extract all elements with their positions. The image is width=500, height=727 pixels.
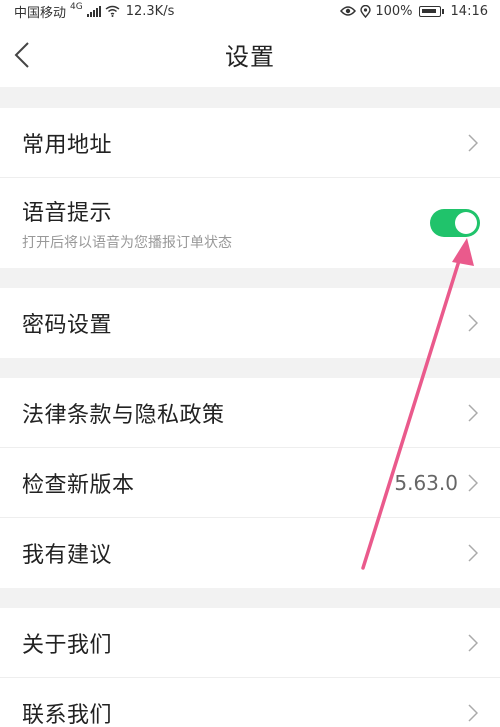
clock-time: 14:16: [450, 3, 488, 19]
location-icon: [360, 4, 372, 18]
chevron-right-icon: [468, 133, 478, 152]
voice-subtitle: 打开后将以语音为您播报订单状态: [22, 234, 232, 251]
row-check-version[interactable]: 检查新版本 5.63.0: [0, 448, 500, 518]
section-gap: [0, 588, 500, 608]
row-label: 密码设置: [22, 313, 113, 338]
carrier-text: 中国移动: [14, 5, 67, 21]
version-number: 5.63.0: [394, 470, 458, 495]
back-button[interactable]: [14, 22, 54, 87]
back-arrow-icon: [14, 41, 29, 68]
battery-icon: [418, 5, 444, 17]
row-label: 常用地址: [22, 132, 113, 158]
chevron-right-icon: [468, 314, 478, 332]
chevron-right-icon: [468, 704, 478, 722]
chevron-right-icon: [468, 544, 478, 562]
row-right: 5.63.0: [394, 471, 478, 495]
signal-icon: [86, 5, 101, 17]
wifi-icon: [105, 5, 120, 17]
status-bar: 中国移动 4G 12.3K/s 100% 14:16: [0, 0, 500, 22]
chevron-right-icon: [468, 473, 478, 492]
row-label: 法律条款与隐私政策: [22, 402, 225, 428]
row-contact-us[interactable]: 联系我们: [0, 678, 500, 727]
row-label: 关于我们: [22, 632, 113, 658]
toggle-knob: [455, 212, 477, 234]
section-gap: [0, 87, 500, 108]
row-label: 联系我们: [22, 703, 113, 727]
row-legal-privacy[interactable]: 法律条款与隐私政策: [0, 378, 500, 448]
row-voice-prompt: 语音提示 打开后将以语音为您播报订单状态: [0, 178, 500, 268]
voice-text: 语音提示 打开后将以语音为您播报订单状态: [22, 195, 232, 252]
network-speed: 12.3K/s: [125, 3, 175, 19]
voice-toggle[interactable]: [430, 209, 480, 237]
chevron-right-icon: [468, 403, 478, 422]
status-right: 100% 14:16: [340, 4, 488, 19]
row-label: 检查新版本: [22, 472, 135, 498]
voice-label: 语音提示: [22, 200, 113, 226]
page-header: 设置: [0, 22, 500, 87]
row-label: 我有建议: [22, 543, 113, 568]
section-gap: [0, 268, 500, 288]
row-common-address[interactable]: 常用地址: [0, 108, 500, 178]
eye-icon: [340, 6, 357, 16]
battery-percent: 100%: [375, 3, 413, 19]
page-title: 设置: [225, 43, 275, 71]
row-about-us[interactable]: 关于我们: [0, 608, 500, 678]
chevron-right-icon: [468, 633, 478, 652]
row-password-settings[interactable]: 密码设置: [0, 288, 500, 358]
network-type: 4G: [70, 1, 83, 12]
status-left: 中国移动 4G 12.3K/s: [14, 2, 174, 21]
section-gap: [0, 358, 500, 378]
row-feedback[interactable]: 我有建议: [0, 518, 500, 588]
